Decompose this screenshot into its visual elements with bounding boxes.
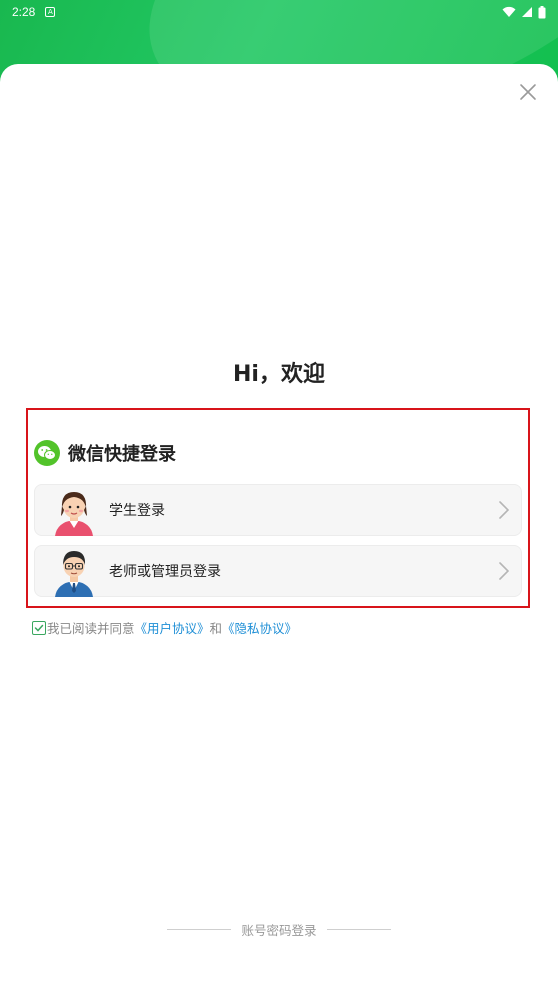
chevron-right-icon [499,562,510,580]
student-login-label: 学生登录 [109,503,165,519]
a-notification-icon: A [45,7,56,17]
teacher-login-label: 老师或管理员登录 [109,564,221,580]
status-bar: 2:28 A [0,0,558,24]
wechat-icon [34,440,60,466]
signal-icon [522,7,532,17]
account-password-login-link[interactable]: 账号密码登录 [241,920,316,939]
agreement-and: 和 [209,621,223,636]
agreement-row: 我已阅读并同意 《用户协议》 和 《隐私协议》 [32,618,297,637]
student-avatar-icon [51,484,97,536]
close-icon [520,84,536,100]
wifi-icon [502,6,516,17]
page-title: Hi，欢迎 [233,362,325,387]
agreement-prefix: 我已阅读并同意 [47,621,135,636]
battery-icon [538,5,546,18]
student-login-button[interactable]: 学生登录 [34,484,522,536]
divider-right [326,929,391,930]
status-time: 2:28 [12,5,36,19]
footer: 账号密码登录 [0,920,558,939]
teacher-login-button[interactable]: 老师或管理员登录 [34,545,522,597]
chevron-right-icon [499,501,510,519]
wechat-login-header: 微信快捷登录 [34,440,176,466]
privacy-agreement-link[interactable]: 《隐私协议》 [222,618,297,637]
status-icons [502,5,546,19]
teacher-avatar-icon [51,545,97,597]
wechat-login-title: 微信快捷登录 [68,444,176,465]
checkmark-icon [34,624,44,632]
agreement-checkbox[interactable] [32,620,46,635]
divider-left [167,929,232,930]
user-agreement-link[interactable]: 《用户协议》 [135,618,210,637]
login-sheet: Hi，欢迎 微信快捷登录 学生登录 老师或管理员登录 我已阅读并同意 《用户协议… [0,64,558,992]
close-button[interactable] [516,80,540,104]
